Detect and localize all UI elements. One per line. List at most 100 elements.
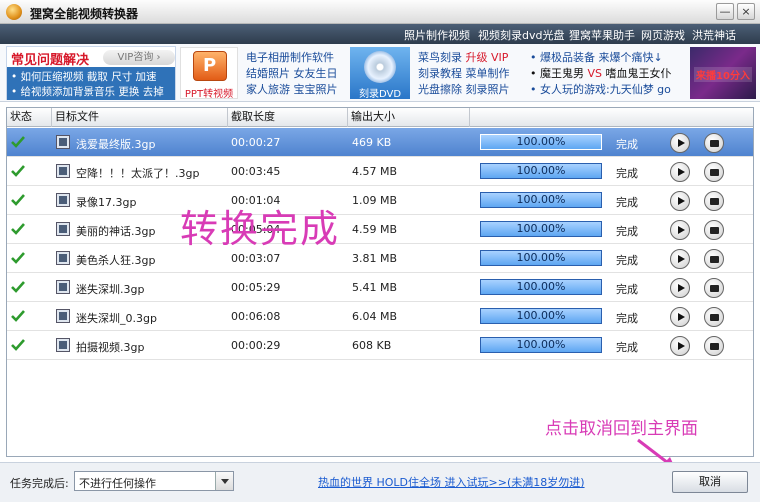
- vip-consult-button[interactable]: VIP咨询 ›: [103, 50, 175, 65]
- row-progress-bar: 100.00%: [480, 308, 602, 324]
- ad-link-gear[interactable]: • 爆极品装备 来爆个痛快↓: [530, 49, 663, 65]
- play-icon[interactable]: [670, 336, 690, 356]
- row-clip-length: 00:00:29: [231, 339, 281, 352]
- row-status: 完成: [616, 138, 638, 151]
- ad-link-upgrade-vip[interactable]: 升级 VIP: [466, 51, 509, 64]
- ppt-to-video-ad[interactable]: P PPT转视频: [180, 47, 238, 100]
- table-row[interactable]: 美色杀人狂.3gp 00:03:07 3.81 MB 100.00% 完成: [7, 244, 753, 273]
- cancel-hint-annotation: 点击取消回到主界面: [545, 419, 698, 439]
- row-output-size: 6.04 MB: [352, 310, 398, 323]
- video-file-icon: [56, 222, 70, 236]
- row-progress-bar: 100.00%: [480, 134, 602, 150]
- ad-demon-king: • 魔王鬼男: [530, 67, 584, 80]
- game-banner-ad[interactable]: 来播10分入: [690, 47, 756, 99]
- table-row[interactable]: 空降！！！太派了！.3gp 00:03:45 4.57 MB 100.00% 完成: [7, 157, 753, 186]
- powerpoint-icon: P: [193, 51, 227, 81]
- checkmark-icon: [11, 281, 25, 293]
- ad-link-burn-tutorial[interactable]: 刻录教程 菜单制作: [418, 65, 510, 81]
- ad-link-beginner-burn[interactable]: 菜鸟刻录: [418, 51, 462, 64]
- row-file-name: 迷失深圳_0.3gp: [76, 312, 157, 325]
- ad-strip: 常见问题解决 VIP咨询 › • 如何压缩视频 截取 尺寸 加速 • 给视频添加…: [0, 44, 760, 102]
- folder-icon[interactable]: [704, 278, 724, 298]
- ad-link-album-software[interactable]: 电子相册制作软件: [246, 49, 334, 65]
- column-clip-length[interactable]: 截取长度: [228, 108, 348, 127]
- row-output-size: 469 KB: [352, 136, 392, 149]
- faq-link-music[interactable]: • 给视频添加背景音乐 更换 去掉: [11, 84, 164, 99]
- top-link-dvd-burn[interactable]: 视频刻录dvd光盘: [478, 27, 564, 43]
- folder-icon[interactable]: [704, 162, 724, 182]
- dvd-disc-icon: [364, 51, 396, 83]
- faq-links: • 如何压缩视频 截取 尺寸 加速 • 给视频添加背景音乐 更换 去掉: [7, 67, 175, 100]
- play-icon[interactable]: [670, 162, 690, 182]
- top-link-honghuang[interactable]: 洪荒神话: [692, 27, 736, 43]
- bottom-bar: 任务完成后: 不进行任何操作 热血的世界 HOLD住全场 进入试玩>>(未满18…: [0, 462, 760, 502]
- chevron-down-icon[interactable]: [215, 472, 233, 490]
- table-row[interactable]: 迷失深圳.3gp 00:05:29 5.41 MB 100.00% 完成: [7, 273, 753, 302]
- close-button[interactable]: ×: [737, 3, 755, 20]
- folder-icon[interactable]: [704, 133, 724, 153]
- app-logo-icon: [6, 4, 22, 20]
- column-output-size[interactable]: 输出大小: [348, 108, 470, 127]
- faq-panel: 常见问题解决 VIP咨询 › • 如何压缩视频 截取 尺寸 加速 • 给视频添加…: [6, 46, 176, 100]
- video-file-icon: [56, 164, 70, 178]
- ad-col2-line1: 菜鸟刻录 升级 VIP: [418, 49, 508, 65]
- row-output-size: 608 KB: [352, 339, 392, 352]
- row-file-name: 美色杀人狂.3gp: [76, 254, 156, 267]
- table-row[interactable]: 美丽的神话.3gp 00:05:04 4.59 MB 100.00% 完成: [7, 215, 753, 244]
- burn-dvd-ad[interactable]: 刻录DVD: [350, 47, 410, 100]
- ad-col3-line2[interactable]: • 魔王鬼男 VS 嗜血鬼王女仆: [530, 65, 672, 81]
- table-row[interactable]: 浅爱最终版.3gp 00:00:27 469 KB 100.00% 完成: [7, 128, 753, 157]
- top-link-photo-video[interactable]: 照片制作视频: [404, 27, 470, 43]
- column-status[interactable]: 状态: [7, 108, 52, 127]
- row-file-name: 录像17.3gp: [76, 196, 137, 209]
- table-row[interactable]: 录像17.3gp 00:01:04 1.09 MB 100.00% 完成: [7, 186, 753, 215]
- row-progress-bar: 100.00%: [480, 250, 602, 266]
- minimize-button[interactable]: —: [716, 3, 734, 20]
- checkmark-icon: [11, 136, 25, 148]
- column-progress: [470, 108, 753, 127]
- ad-link-women-game[interactable]: • 女人玩的游戏:九天仙梦 go: [530, 81, 671, 97]
- checkmark-icon: [11, 223, 25, 235]
- after-completion-select[interactable]: 不进行任何操作: [74, 471, 234, 491]
- ad-link-disc-erase[interactable]: 光盘擦除 刻录照片: [418, 81, 510, 97]
- folder-icon[interactable]: [704, 220, 724, 240]
- row-output-size: 3.81 MB: [352, 252, 398, 265]
- game-banner-caption: 来播10分入: [694, 67, 752, 82]
- title-bar: 狸窝全能视频转换器 — ×: [0, 0, 760, 24]
- row-progress-bar: 100.00%: [480, 192, 602, 208]
- row-clip-length: 00:05:29: [231, 281, 281, 294]
- row-progress-bar: 100.00%: [480, 337, 602, 353]
- video-file-icon: [56, 135, 70, 149]
- play-icon[interactable]: [670, 191, 690, 211]
- video-file-icon: [56, 251, 70, 265]
- table-row[interactable]: 拍摄视频.3gp 00:00:29 608 KB 100.00% 完成: [7, 331, 753, 360]
- row-file-name: 空降！！！太派了！.3gp: [76, 167, 200, 180]
- play-icon[interactable]: [670, 133, 690, 153]
- row-file-name: 美丽的神话.3gp: [76, 225, 156, 238]
- row-status: 完成: [616, 254, 638, 267]
- row-progress-bar: 100.00%: [480, 279, 602, 295]
- faq-link-compress[interactable]: • 如何压缩视频 截取 尺寸 加速: [11, 69, 157, 84]
- column-target-file[interactable]: 目标文件: [52, 108, 228, 127]
- top-link-web-games[interactable]: 网页游戏: [641, 27, 685, 43]
- ad-link-wedding[interactable]: 结婚照片 女友生日: [246, 65, 338, 81]
- folder-icon[interactable]: [704, 307, 724, 327]
- row-clip-length: 00:00:27: [231, 136, 281, 149]
- play-icon[interactable]: [670, 278, 690, 298]
- ad-link-family[interactable]: 家人旅游 宝宝照片: [246, 81, 338, 97]
- table-row[interactable]: 迷失深圳_0.3gp 00:06:08 6.04 MB 100.00% 完成: [7, 302, 753, 331]
- top-link-apple-helper[interactable]: 狸窝苹果助手: [569, 27, 635, 43]
- play-icon[interactable]: [670, 249, 690, 269]
- folder-icon[interactable]: [704, 249, 724, 269]
- folder-icon[interactable]: [704, 191, 724, 211]
- row-status: 完成: [616, 283, 638, 296]
- play-icon[interactable]: [670, 307, 690, 327]
- play-icon[interactable]: [670, 220, 690, 240]
- folder-icon[interactable]: [704, 336, 724, 356]
- row-status: 完成: [616, 167, 638, 180]
- cancel-button[interactable]: 取消: [672, 471, 748, 493]
- row-clip-length: 00:06:08: [231, 310, 281, 323]
- ad-vs: VS: [587, 67, 603, 80]
- promo-link[interactable]: 热血的世界 HOLD住全场 进入试玩>>(未满18岁勿进): [318, 474, 585, 490]
- top-link-bar: 照片制作视频 视频刻录dvd光盘 狸窝苹果助手 网页游戏 洪荒神话: [0, 24, 760, 44]
